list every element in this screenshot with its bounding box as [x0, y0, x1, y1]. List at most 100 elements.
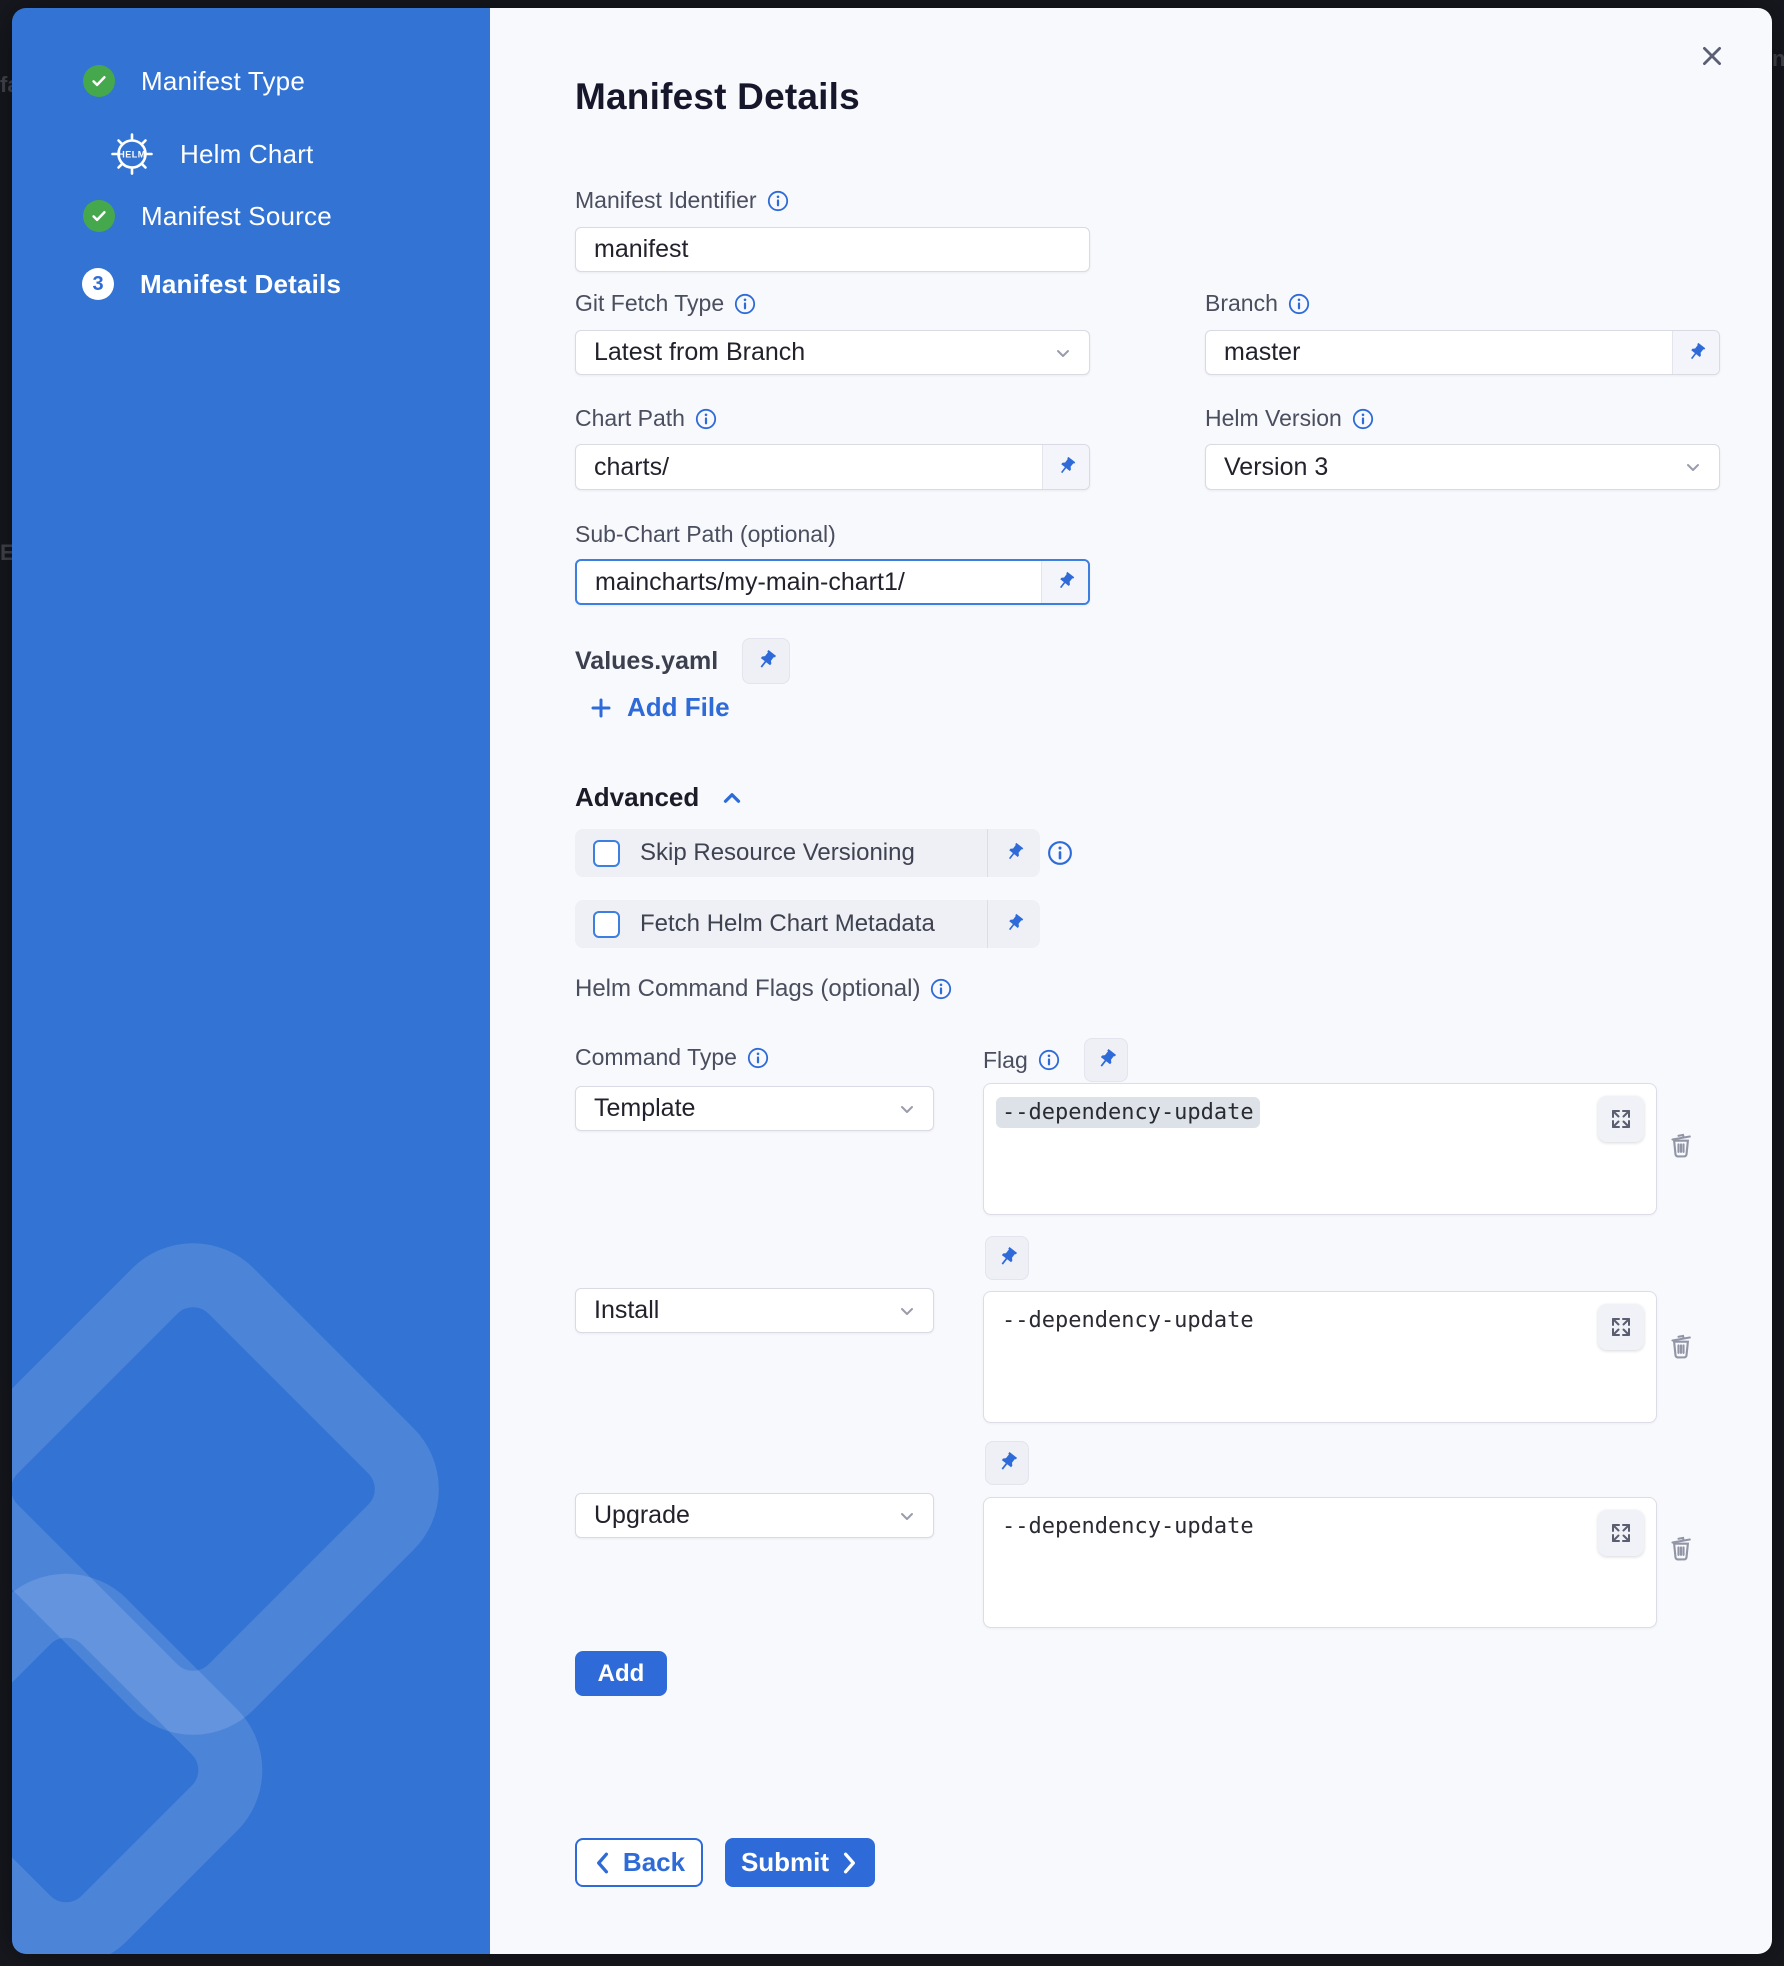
add-file-button[interactable]: Add File: [589, 692, 730, 723]
manifest-identifier-input[interactable]: [576, 235, 1089, 264]
chevron-right-icon: [841, 1852, 859, 1874]
command-type-value: Template: [576, 1094, 713, 1123]
back-label: Back: [623, 1847, 685, 1878]
chevron-left-icon: [593, 1852, 611, 1874]
sub-chart-path-input[interactable]: [577, 568, 1041, 597]
info-icon[interactable]: [1047, 840, 1073, 866]
branch-label: Branch: [1205, 290, 1310, 317]
flag-textarea[interactable]: --dependency-update: [983, 1291, 1657, 1423]
flag-value: --dependency-update: [1002, 1308, 1254, 1333]
helm-version-select[interactable]: Version 3: [1205, 444, 1720, 490]
chevron-down-icon: [897, 1099, 917, 1119]
chart-path-field: [575, 444, 1090, 490]
step-number-badge: 3: [82, 268, 114, 300]
helm-version-label: Helm Version: [1205, 405, 1374, 432]
pin-icon[interactable]: [1042, 445, 1089, 489]
pin-icon[interactable]: [985, 1236, 1029, 1280]
pin-icon[interactable]: [987, 900, 1040, 948]
helm-version-value: Version 3: [1206, 453, 1346, 482]
wizard-sidebar: Manifest Type HELM Helm Chart: [12, 8, 490, 1954]
sidebar-step-manifest-type[interactable]: Manifest Type: [83, 65, 305, 97]
values-file-label: Values.yaml: [575, 647, 718, 676]
helm-command-flags-label: Helm Command Flags (optional): [575, 975, 952, 1003]
chevron-down-icon: [1053, 343, 1073, 363]
command-type-value: Upgrade: [576, 1501, 708, 1530]
sidebar-step-label: Manifest Source: [141, 201, 332, 232]
sidebar-step-label: Manifest Type: [141, 66, 305, 97]
info-icon[interactable]: [767, 190, 789, 212]
fetch-helm-chart-metadata-row: Fetch Helm Chart Metadata: [575, 900, 1040, 948]
expand-icon[interactable]: [1598, 1510, 1644, 1556]
info-icon[interactable]: [1038, 1049, 1060, 1071]
checkbox-label: Fetch Helm Chart Metadata: [640, 910, 987, 938]
expand-icon[interactable]: [1598, 1096, 1644, 1142]
back-button[interactable]: Back: [575, 1838, 703, 1887]
chart-path-label: Chart Path: [575, 405, 717, 432]
manifest-details-panel: Manifest Details Manifest Identifier Git…: [490, 8, 1772, 1954]
info-icon[interactable]: [695, 408, 717, 430]
sidebar-step-label: Manifest Details: [140, 269, 341, 300]
command-type-label: Command Type: [575, 1044, 769, 1071]
flag-value: --dependency-update: [1002, 1514, 1254, 1539]
manifest-identifier-label: Manifest Identifier: [575, 187, 789, 214]
flag-textarea[interactable]: --dependency-update: [983, 1497, 1657, 1628]
expand-icon[interactable]: [1598, 1304, 1644, 1350]
command-type-value: Install: [576, 1296, 677, 1325]
flag-value-selected: --dependency-update: [996, 1097, 1260, 1128]
sidebar-step-manifest-details[interactable]: 3 Manifest Details: [82, 268, 341, 300]
delete-flag-icon[interactable]: [1662, 1126, 1700, 1164]
git-fetch-type-select[interactable]: Latest from Branch: [575, 330, 1090, 375]
delete-flag-icon[interactable]: [1662, 1529, 1700, 1567]
pin-icon[interactable]: [985, 1441, 1029, 1485]
chevron-down-icon: [897, 1301, 917, 1321]
flag-label-row: Flag: [983, 1038, 1128, 1082]
info-icon[interactable]: [1352, 408, 1374, 430]
pin-icon[interactable]: [1041, 561, 1088, 603]
close-icon[interactable]: [1694, 38, 1730, 74]
branch-input[interactable]: [1206, 338, 1672, 367]
chevron-down-icon: [1683, 457, 1703, 477]
git-fetch-type-label: Git Fetch Type: [575, 290, 756, 317]
info-icon[interactable]: [747, 1047, 769, 1069]
helm-wheel-icon: HELM: [110, 132, 154, 176]
skip-resource-versioning-row: Skip Resource Versioning: [575, 829, 1040, 877]
backdrop-text-fragment: ne: [1772, 46, 1784, 72]
chevron-down-icon: [897, 1506, 917, 1526]
skip-resource-versioning-checkbox[interactable]: [593, 840, 620, 867]
command-type-select[interactable]: Template: [575, 1086, 934, 1131]
submit-button[interactable]: Submit: [725, 1838, 875, 1887]
command-type-select[interactable]: Install: [575, 1288, 934, 1333]
info-icon[interactable]: [1288, 293, 1310, 315]
add-file-label: Add File: [627, 692, 730, 723]
pin-icon[interactable]: [1084, 1038, 1128, 1082]
sub-chart-path-label: Sub-Chart Path (optional): [575, 521, 836, 548]
sidebar-step-label: Helm Chart: [180, 139, 313, 170]
info-icon[interactable]: [930, 978, 952, 1000]
chart-path-input[interactable]: [576, 453, 1042, 482]
fetch-helm-chart-metadata-checkbox[interactable]: [593, 911, 620, 938]
sidebar-step-manifest-source[interactable]: Manifest Source: [83, 200, 332, 232]
delete-flag-icon[interactable]: [1662, 1327, 1700, 1365]
pin-icon[interactable]: [742, 638, 790, 684]
plus-icon: [589, 696, 613, 720]
manifest-identifier-field: [575, 227, 1090, 272]
check-circle-icon: [83, 200, 115, 232]
add-flag-button[interactable]: Add: [575, 1651, 667, 1696]
submit-label: Submit: [741, 1847, 829, 1878]
info-icon[interactable]: [734, 293, 756, 315]
branch-field: [1205, 330, 1720, 375]
pin-icon[interactable]: [1672, 331, 1719, 374]
advanced-label: Advanced: [575, 782, 699, 813]
check-circle-icon: [83, 65, 115, 97]
git-fetch-type-value: Latest from Branch: [576, 338, 823, 367]
advanced-toggle[interactable]: Advanced: [575, 782, 745, 813]
flag-textarea[interactable]: --dependency-update: [983, 1083, 1657, 1215]
sub-chart-path-field: [575, 559, 1090, 605]
command-type-select[interactable]: Upgrade: [575, 1493, 934, 1538]
page-title: Manifest Details: [575, 76, 860, 118]
values-file-row: Values.yaml: [575, 638, 790, 684]
pin-icon[interactable]: [987, 829, 1040, 877]
screen: { "backdrop": { "fragments": ["fa", "E",…: [0, 0, 1784, 1966]
chevron-up-icon: [719, 785, 745, 811]
sidebar-step-helm-chart[interactable]: HELM Helm Chart: [110, 132, 313, 176]
